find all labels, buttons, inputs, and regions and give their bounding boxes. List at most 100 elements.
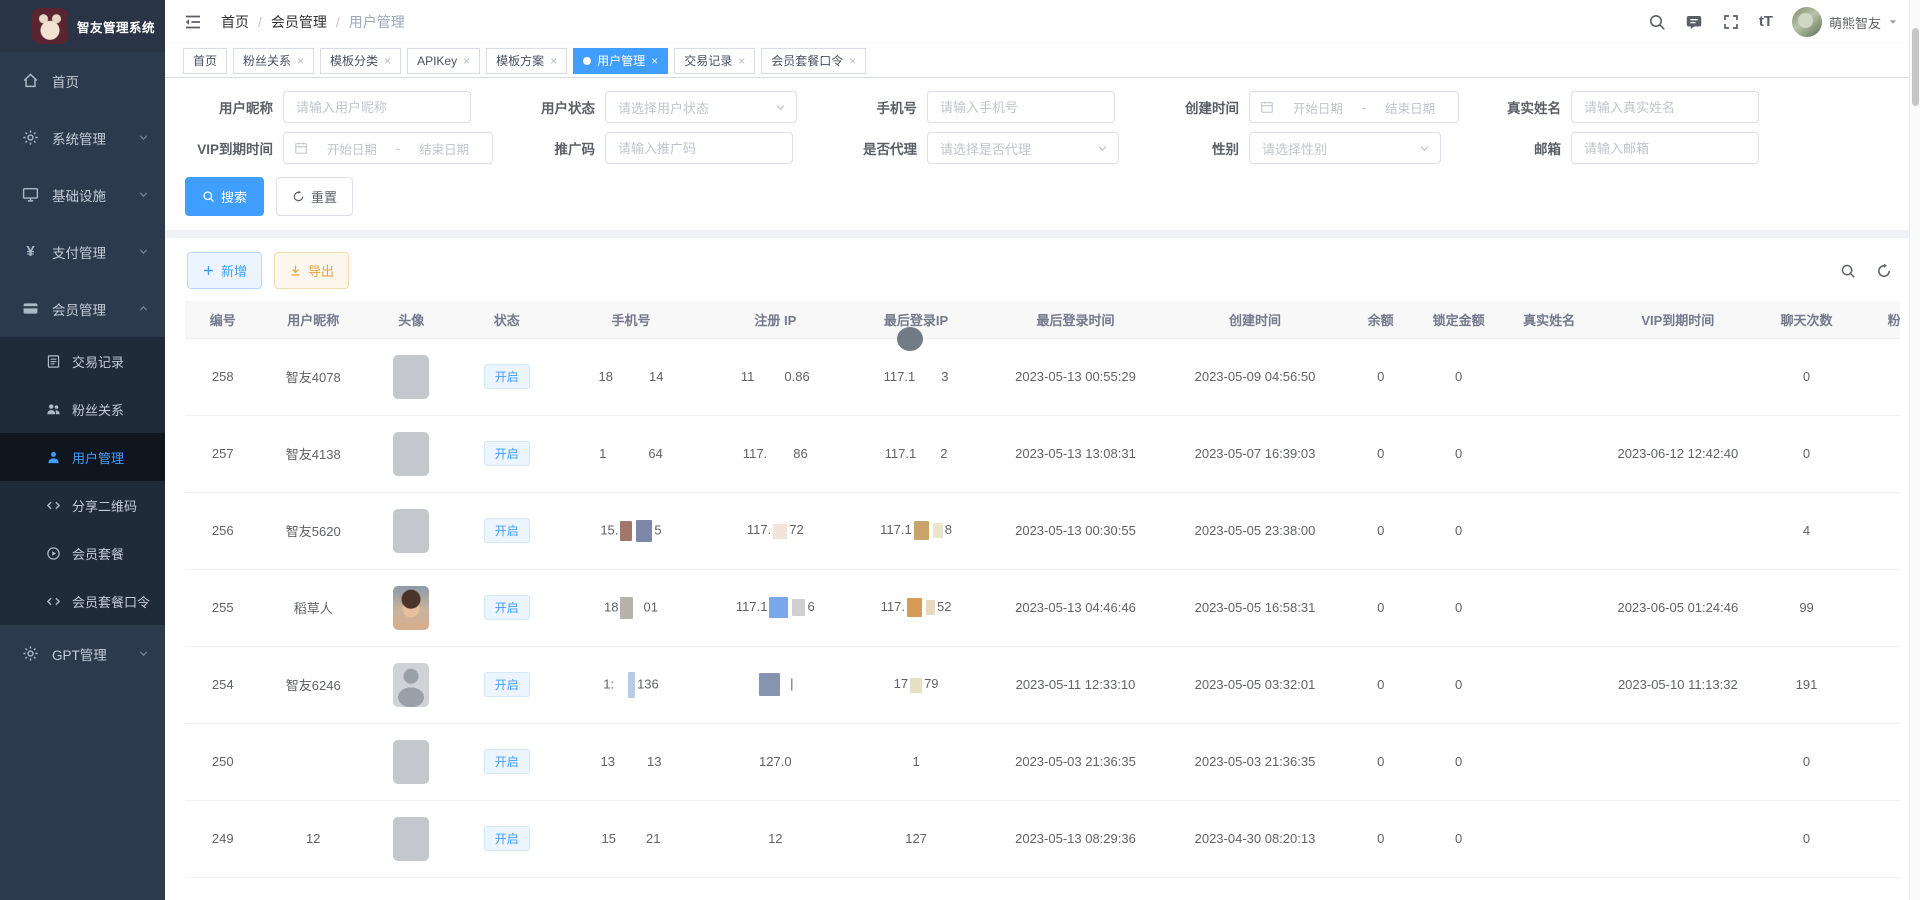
export-button-label: 导出 xyxy=(308,261,334,280)
sidebar-subitem-粉丝关系[interactable]: 粉丝关系 xyxy=(0,385,165,433)
tab-close-icon[interactable]: × xyxy=(550,55,557,67)
cell-login_ip: 117.12 xyxy=(846,415,987,492)
user-avatar-photo xyxy=(393,586,429,630)
people-icon xyxy=(46,402,61,417)
tab-close-icon[interactable]: × xyxy=(463,55,470,67)
censor-block xyxy=(914,521,929,540)
gear-icon xyxy=(22,129,39,146)
filter-label-real-name: 真实姓名 xyxy=(1473,97,1571,117)
tab-粉丝关系[interactable]: 粉丝关系 × xyxy=(233,48,314,74)
table-row-user-258[interactable]: 258智友4078开启1814110.86117.132023-05-13 00… xyxy=(185,338,1900,415)
table-row-user-256[interactable]: 256智友5620开启15.5117.72117.182023-05-13 00… xyxy=(185,492,1900,569)
cell-text-fragment: 72 xyxy=(789,522,803,537)
sidebar-item-首页[interactable]: 首页 xyxy=(0,52,165,109)
cell-locked: 0 xyxy=(1416,723,1501,800)
filter-daterange-created-range[interactable]: 开始日期-结束日期 xyxy=(1249,91,1459,123)
sidebar-item-系统管理[interactable]: 系统管理 xyxy=(0,109,165,166)
table-search-icon[interactable] xyxy=(1840,263,1856,279)
filter-label-nickname: 用户昵称 xyxy=(185,97,283,117)
font-size-icon[interactable]: tT xyxy=(1759,13,1773,31)
col-header-last_login: 最后登录时间 xyxy=(986,301,1164,338)
fullscreen-icon[interactable] xyxy=(1722,13,1740,31)
search-button[interactable]: 搜索 xyxy=(185,177,264,216)
table-panel: 新增 导出 编号用户昵称头像状态手机号 xyxy=(165,238,1920,900)
sidebar-subitem-会员套餐[interactable]: 会员套餐 xyxy=(0,529,165,577)
sidebar-item-会员管理[interactable]: 会员管理 xyxy=(0,280,165,337)
sidebar-subitem-分享二维码[interactable]: 分享二维码 xyxy=(0,481,165,529)
table-row-user-257[interactable]: 257智友4138开启164117.86117.122023-05-13 13:… xyxy=(185,415,1900,492)
filter-select-user-status[interactable]: 请选择用户状态 xyxy=(605,91,797,123)
sidebar-subitem-交易记录[interactable]: 交易记录 xyxy=(0,337,165,385)
tab-交易记录[interactable]: 交易记录× xyxy=(674,48,755,74)
table-row-user-250[interactable]: 250开启1313127.012023-05-03 21:36:352023-0… xyxy=(185,723,1900,800)
sidebar-subitem-用户管理[interactable]: 用户管理 xyxy=(0,433,165,481)
breadcrumb-member-mgmt[interactable]: 会员管理 xyxy=(249,12,327,32)
tab-close-icon[interactable]: × xyxy=(738,55,745,67)
sidebar-subitem-label: 会员套餐口令 xyxy=(72,592,150,611)
tab-模板分类[interactable]: 模板分类× xyxy=(320,48,401,74)
filter-input-real-name[interactable] xyxy=(1571,91,1759,123)
cell-balance: 0 xyxy=(1345,646,1415,723)
tab-label: 粉丝关系 xyxy=(243,52,291,69)
table-refresh-icon[interactable] xyxy=(1876,263,1892,279)
cell-id: 258 xyxy=(185,338,260,415)
filter-panel: 用户昵称用户状态请选择用户状态手机号创建时间开始日期-结束日期真实姓名 VIP到… xyxy=(165,78,1920,230)
person-icon xyxy=(46,450,61,465)
chevron-down-icon xyxy=(775,102,786,113)
filter-input-nickname[interactable] xyxy=(283,91,471,123)
filter-field-real-name: 真实姓名 xyxy=(1473,91,1793,123)
table-row-user-254[interactable]: 254智友6246开启1:136|17792023-05-11 12:33:10… xyxy=(185,646,1900,723)
cell-balance: 0 xyxy=(1345,569,1415,646)
filter-input-phone[interactable] xyxy=(927,91,1115,123)
tab-close-icon[interactable]: × xyxy=(651,55,658,67)
export-button[interactable]: 导出 xyxy=(274,252,349,289)
cell-balance: 0 xyxy=(1345,338,1415,415)
breadcrumb-home[interactable]: 首页 xyxy=(221,12,249,32)
monitor-icon xyxy=(22,186,39,203)
cell-last_login: 2023-05-11 12:33:10 xyxy=(986,646,1164,723)
filter-daterange-vip-expire-range[interactable]: 开始日期-结束日期 xyxy=(283,132,493,164)
search-icon[interactable] xyxy=(1648,13,1666,31)
scrollbar-thumb[interactable] xyxy=(1912,28,1919,106)
cell-chats: 99 xyxy=(1759,569,1855,646)
user-menu[interactable]: 萌熊智友 xyxy=(1792,7,1898,37)
filter-input-promo-code[interactable] xyxy=(605,132,793,164)
tab-APIKey[interactable]: APIKey× xyxy=(407,48,480,74)
sidebar-item-GPT管理[interactable]: GPT管理 xyxy=(0,625,165,682)
cell-login_ip: 127 xyxy=(846,800,987,877)
cell-created: 2023-05-05 23:38:00 xyxy=(1164,492,1345,569)
add-button[interactable]: 新增 xyxy=(187,252,262,289)
page-scrollbar[interactable] xyxy=(1909,0,1920,900)
filter-input-email[interactable] xyxy=(1571,132,1759,164)
tab-用户管理[interactable]: 用户管理× xyxy=(573,48,668,74)
calendar-icon xyxy=(1260,100,1274,114)
filter-select-gender[interactable]: 请选择性别 xyxy=(1249,132,1441,164)
tab-close-icon[interactable]: × xyxy=(384,55,391,67)
cell-avatar xyxy=(366,569,457,646)
tab-模板方案[interactable]: 模板方案× xyxy=(486,48,567,74)
filter-field-user-status: 用户状态请选择用户状态 xyxy=(507,91,827,123)
tab-会员套餐口令[interactable]: 会员套餐口令× xyxy=(761,48,866,74)
message-icon[interactable] xyxy=(1685,13,1703,31)
filter-select-is-agent[interactable]: 请选择是否代理 xyxy=(927,132,1119,164)
sidebar-item-基础设施[interactable]: 基础设施 xyxy=(0,166,165,223)
cell-avatar xyxy=(366,338,457,415)
tab-首页[interactable]: 首页 xyxy=(183,48,227,74)
table-row-user-249[interactable]: 24912开启1521121272023-05-13 08:29:362023-… xyxy=(185,800,1900,877)
sidebar-subitem-label: 会员套餐 xyxy=(72,544,124,563)
card-icon xyxy=(22,300,39,317)
reset-button[interactable]: 重置 xyxy=(276,177,353,216)
daterange-end-placeholder: 结束日期 xyxy=(406,139,482,158)
topbar: 首页 会员管理 用户管理 tT 萌熊智友 xyxy=(165,0,1920,44)
select-placeholder: 请选择性别 xyxy=(1262,139,1327,158)
cell-phone: 15.5 xyxy=(557,492,705,569)
sidebar-subitem-会员套餐口令[interactable]: 会员套餐口令 xyxy=(0,577,165,625)
cell-locked: 0 xyxy=(1416,338,1501,415)
sidebar-item-支付管理[interactable]: ¥支付管理 xyxy=(0,223,165,280)
tab-close-icon[interactable]: × xyxy=(297,55,304,67)
tab-close-icon[interactable]: × xyxy=(849,55,856,67)
table-row-user-255[interactable]: 255稻草人开启1801117.16117.522023-05-13 04:46… xyxy=(185,569,1900,646)
cell-login_ip: 117.52 xyxy=(846,569,987,646)
sidebar-collapse-icon[interactable] xyxy=(183,12,203,32)
censor-block xyxy=(926,600,935,615)
